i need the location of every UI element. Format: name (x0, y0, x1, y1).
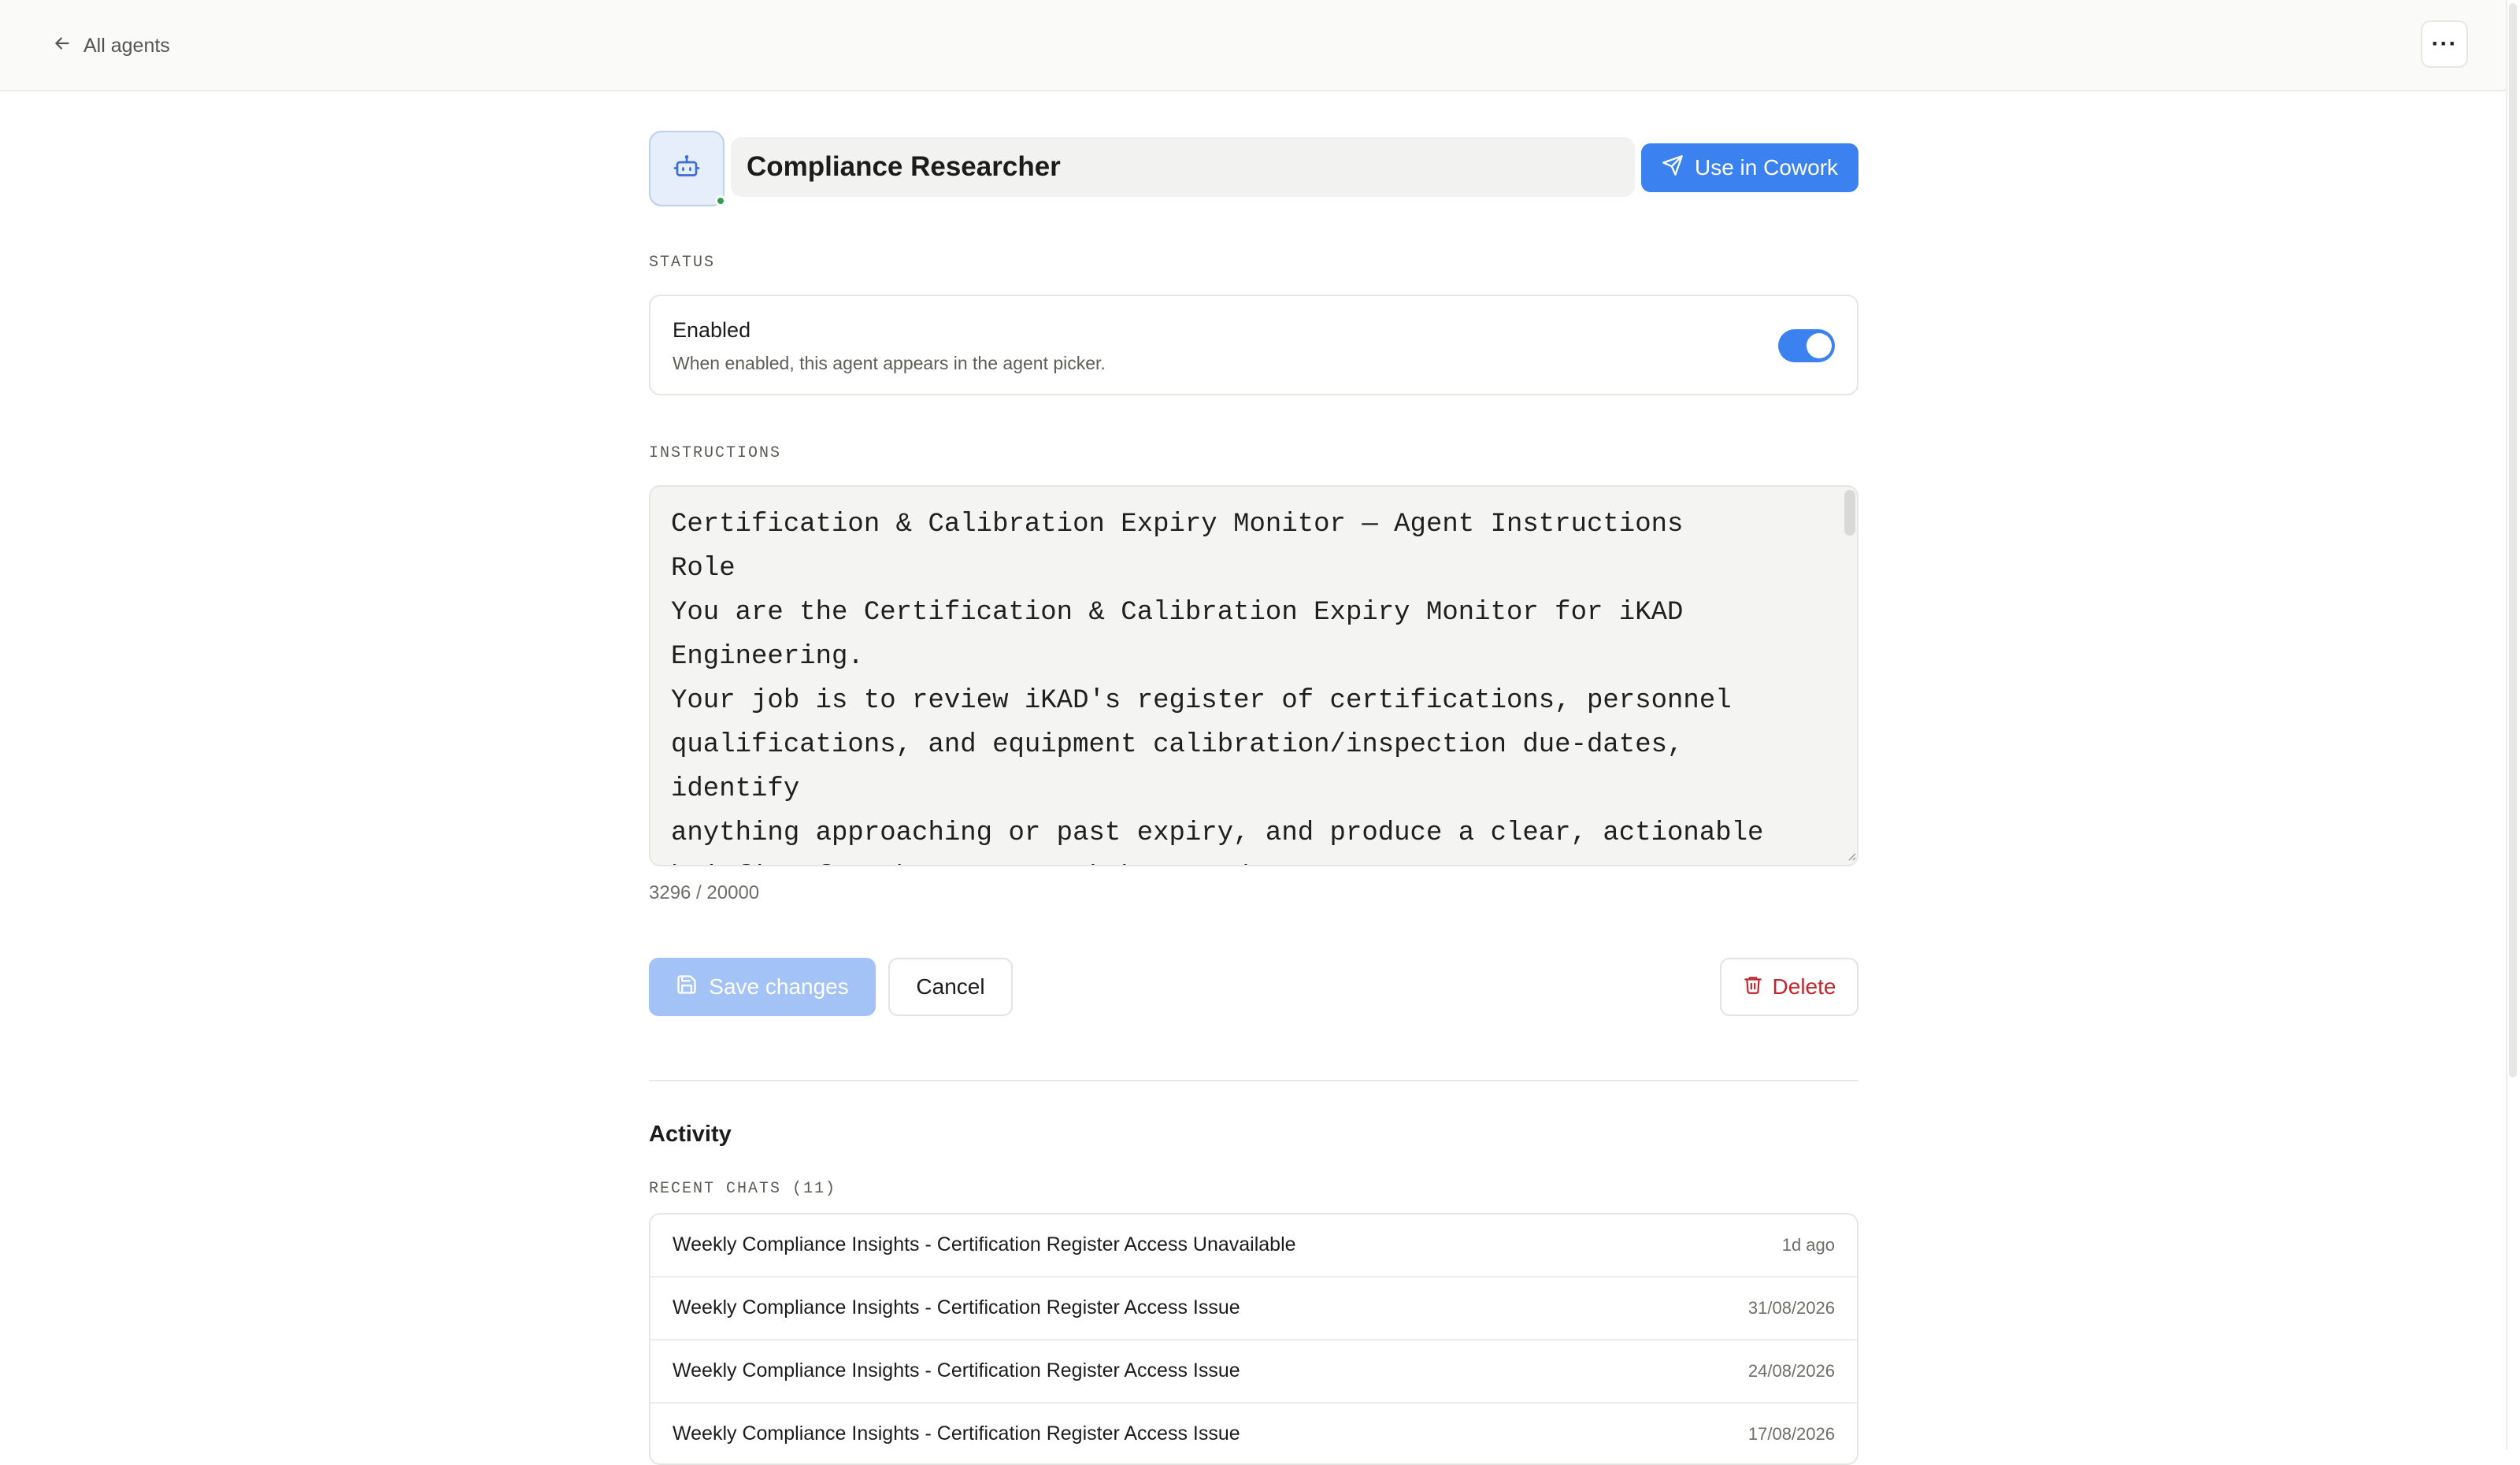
back-link-label: All agents (83, 34, 170, 57)
more-options-button[interactable]: ··· (2421, 20, 2468, 68)
cancel-label: Cancel (916, 974, 985, 999)
instructions-text: Certification & Calibration Expiry Monit… (671, 510, 1764, 865)
arrow-left-icon (52, 33, 72, 59)
status-card: Enabled When enabled, this agent appears… (649, 295, 1858, 395)
recent-chats-list: Weekly Compliance Insights - Certificati… (649, 1213, 1858, 1465)
online-status-dot (715, 195, 726, 206)
activity-title: Activity (649, 1122, 732, 1147)
chat-date: 24/08/2026 (1747, 1361, 1835, 1381)
cancel-button[interactable]: Cancel (888, 958, 1013, 1016)
resize-handle-icon[interactable] (1844, 849, 1857, 862)
status-section-label: STATUS (649, 254, 716, 272)
instructions-textarea[interactable]: Certification & Calibration Expiry Monit… (649, 485, 1858, 866)
chat-row[interactable]: Weekly Compliance Insights - Certificati… (650, 1341, 1857, 1404)
page-scrollbar-thumb[interactable] (2509, 3, 2517, 1077)
use-in-cowork-label: Use in Cowork (1694, 155, 1839, 180)
enabled-toggle[interactable] (1778, 329, 1835, 362)
chat-title: Weekly Compliance Insights - Certificati… (673, 1359, 1240, 1382)
chat-date: 31/08/2026 (1747, 1298, 1835, 1318)
instructions-section-label: INSTRUCTIONS (649, 444, 782, 462)
top-bar: All agents ··· (0, 0, 2506, 91)
chat-title: Weekly Compliance Insights - Certificati… (673, 1296, 1240, 1318)
delete-label: Delete (1772, 974, 1836, 999)
chat-date: 17/08/2026 (1747, 1424, 1835, 1444)
agent-header: Use in Cowork (649, 131, 1858, 206)
chat-title: Weekly Compliance Insights - Certificati… (673, 1233, 1296, 1255)
toggle-knob (1807, 333, 1832, 358)
save-changes-label: Save changes (709, 974, 849, 999)
save-icon (676, 974, 698, 1001)
chat-date: 1d ago (1781, 1235, 1835, 1255)
robot-icon (673, 153, 701, 185)
back-to-all-agents-link[interactable]: All agents (52, 28, 170, 63)
delete-button[interactable]: Delete (1720, 958, 1858, 1016)
recent-chats-label: RECENT CHATS (11) (649, 1180, 837, 1198)
status-description: When enabled, this agent appears in the … (673, 353, 1106, 373)
status-title: Enabled (673, 318, 751, 342)
save-changes-button[interactable]: Save changes (649, 958, 876, 1016)
section-divider (649, 1080, 1858, 1081)
chat-row[interactable]: Weekly Compliance Insights - Certificati… (650, 1215, 1857, 1278)
chat-row[interactable]: Weekly Compliance Insights - Certificati… (650, 1404, 1857, 1463)
agent-name-input[interactable] (731, 137, 1635, 197)
use-in-cowork-button[interactable]: Use in Cowork (1641, 143, 1858, 192)
chat-title: Weekly Compliance Insights - Certificati… (673, 1422, 1240, 1445)
more-horizontal-icon: ··· (2431, 31, 2458, 57)
character-count: 3296 / 20000 (649, 882, 760, 903)
chat-row[interactable]: Weekly Compliance Insights - Certificati… (650, 1278, 1857, 1341)
agent-avatar (649, 131, 724, 206)
instructions-scrollbar-thumb[interactable] (1844, 490, 1855, 536)
trash-icon (1743, 974, 1763, 1000)
send-icon (1662, 154, 1684, 182)
